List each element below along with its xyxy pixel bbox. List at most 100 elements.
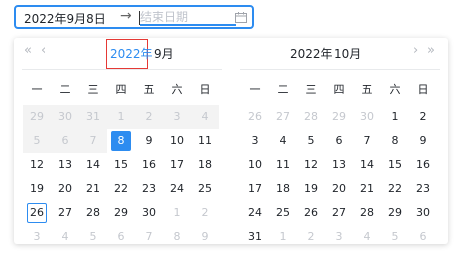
end-date-input[interactable] (140, 10, 236, 26)
date-cell[interactable]: 3 (241, 129, 269, 153)
date-cell[interactable]: 21 (79, 177, 107, 201)
date-cell[interactable]: 5 (381, 225, 409, 249)
date-cell[interactable]: 11 (269, 153, 297, 177)
next-year-icon[interactable]: » (427, 41, 435, 61)
date-cell[interactable]: 30 (353, 105, 381, 129)
date-cell[interactable]: 28 (297, 105, 325, 129)
prev-month-icon[interactable]: ‹ (41, 41, 46, 61)
date-cell[interactable]: 29 (107, 201, 135, 225)
date-cell[interactable]: 7 (353, 129, 381, 153)
start-date-value[interactable]: 2022年9月8日 (24, 10, 106, 27)
date-cell[interactable]: 6 (409, 225, 437, 249)
date-cell[interactable]: 23 (409, 177, 437, 201)
date-cell[interactable]: 24 (241, 201, 269, 225)
date-number: 14 (360, 158, 374, 171)
date-cell[interactable]: 6 (325, 129, 353, 153)
date-cell[interactable]: 30 (135, 201, 163, 225)
date-number: 3 (173, 110, 181, 123)
date-cell[interactable]: 13 (51, 153, 79, 177)
right-date-grid: 26 27 28 29 30 1 2 3 4 5 6 7 8 9 10 11 12 13 14 15 16 17 18 19 2… (241, 105, 437, 249)
date-cell[interactable]: 2 (409, 105, 437, 129)
date-cell[interactable]: 8 (163, 225, 191, 249)
date-cell[interactable]: 17 (163, 153, 191, 177)
date-cell[interactable]: 13 (325, 153, 353, 177)
date-cell[interactable]: 23 (135, 177, 163, 201)
date-cell[interactable]: 18 (269, 177, 297, 201)
date-cell[interactable]: 26 (241, 105, 269, 129)
date-number: 4 (201, 110, 209, 123)
date-cell[interactable]: 25 (191, 177, 219, 201)
calendar-icon[interactable] (235, 12, 247, 23)
date-cell[interactable]: 4 (269, 129, 297, 153)
date-cell[interactable]: 1 (381, 105, 409, 129)
weekday-label: 六 (389, 83, 401, 96)
date-cell[interactable]: 4 (51, 225, 79, 249)
date-cell[interactable]: 3 (325, 225, 353, 249)
date-cell[interactable]: 9 (409, 129, 437, 153)
date-cell[interactable]: 12 (297, 153, 325, 177)
date-cell[interactable]: 5 (79, 225, 107, 249)
next-month-icon[interactable]: › (413, 41, 418, 61)
date-cell[interactable]: 20 (51, 177, 79, 201)
date-cell[interactable]: 6 (107, 225, 135, 249)
date-cell[interactable]: 30 (409, 201, 437, 225)
date-cell[interactable]: 9 (135, 129, 163, 153)
date-cell[interactable]: 28 (79, 201, 107, 225)
date-cell[interactable]: 14 (79, 153, 107, 177)
weekday-label: 四 (333, 83, 345, 96)
date-cell[interactable]: 15 (381, 153, 409, 177)
date-cell[interactable]: 14 (353, 153, 381, 177)
right-year-label[interactable]: 2022年 (290, 46, 333, 62)
date-cell[interactable]: 10 (241, 153, 269, 177)
date-cell[interactable]: 7 (135, 225, 163, 249)
date-cell[interactable]: 26 (297, 201, 325, 225)
weekday-label: 日 (199, 83, 211, 96)
date-cell[interactable]: 18 (191, 153, 219, 177)
date-range-input[interactable]: 2022年9月8日 → (14, 5, 254, 29)
date-cell[interactable]: 12 (23, 153, 51, 177)
date-number: 6 (419, 230, 427, 243)
date-cell[interactable]: 28 (353, 201, 381, 225)
date-cell[interactable]: 16 (135, 153, 163, 177)
left-month-label[interactable]: 9月 (154, 46, 174, 62)
weekday-label: 六 (171, 83, 183, 96)
date-number: 29 (30, 110, 44, 123)
left-year-label[interactable]: 2022年 (110, 46, 153, 62)
date-cell[interactable]: 11 (191, 129, 219, 153)
date-cell[interactable]: 31 (241, 225, 269, 249)
date-cell[interactable]: 4 (353, 225, 381, 249)
date-cell[interactable]: 19 (297, 177, 325, 201)
date-cell[interactable]: 8 (107, 129, 135, 153)
date-cell[interactable]: 27 (269, 105, 297, 129)
date-cell[interactable]: 29 (381, 201, 409, 225)
date-cell[interactable]: 25 (269, 201, 297, 225)
date-cell[interactable]: 1 (163, 201, 191, 225)
date-cell[interactable]: 19 (23, 177, 51, 201)
date-cell[interactable]: 27 (325, 201, 353, 225)
date-number: 31 (248, 230, 262, 243)
date-cell[interactable]: 21 (353, 177, 381, 201)
date-cell[interactable]: 2 (191, 201, 219, 225)
date-cell[interactable]: 20 (325, 177, 353, 201)
date-cell[interactable]: 16 (409, 153, 437, 177)
date-cell[interactable]: 1 (269, 225, 297, 249)
right-month-label[interactable]: 10月 (334, 46, 361, 62)
date-cell[interactable]: 26 (23, 201, 51, 225)
date-cell[interactable]: 8 (381, 129, 409, 153)
date-number: 8 (391, 134, 399, 147)
prev-year-icon[interactable]: « (24, 41, 32, 61)
date-cell[interactable]: 17 (241, 177, 269, 201)
date-cell[interactable]: 27 (51, 201, 79, 225)
date-cell[interactable]: 22 (107, 177, 135, 201)
date-cell[interactable]: 5 (297, 129, 325, 153)
date-cell[interactable]: 29 (325, 105, 353, 129)
date-number: 6 (335, 134, 343, 147)
date-cell[interactable]: 22 (381, 177, 409, 201)
date-cell[interactable]: 9 (191, 225, 219, 249)
date-cell[interactable]: 2 (297, 225, 325, 249)
date-cell[interactable]: 15 (107, 153, 135, 177)
date-cell[interactable]: 24 (163, 177, 191, 201)
date-cell[interactable]: 10 (163, 129, 191, 153)
date-cell[interactable]: 3 (23, 225, 51, 249)
date-number: 4 (279, 134, 287, 147)
